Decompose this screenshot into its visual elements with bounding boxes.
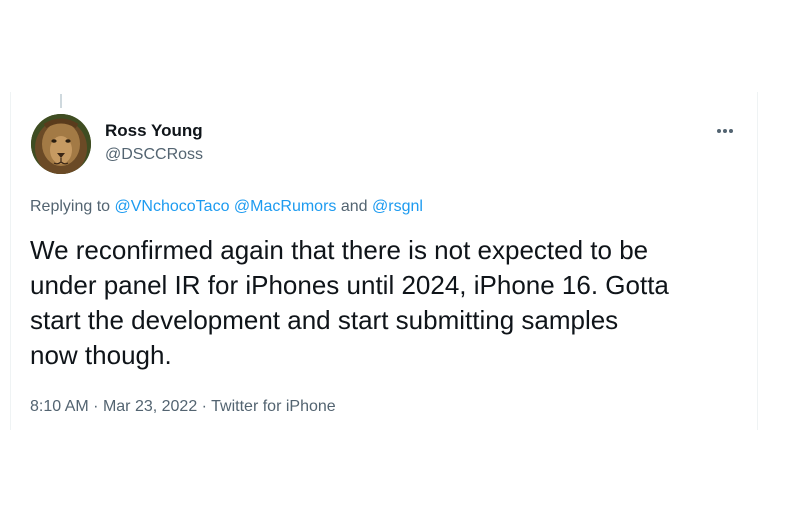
page: Ross Young @DSCCRoss Replying to @VNchoc… [0, 0, 786, 524]
avatar[interactable] [31, 114, 91, 174]
replying-to-conjunction: and [340, 198, 368, 215]
more-options-button[interactable] [710, 120, 740, 142]
mention-link-vnchocotaco[interactable]: @VNchocoTaco [115, 198, 230, 215]
replying-to-line: Replying to @VNchocoTaco @MacRumors and … [30, 198, 423, 216]
tweet-metadata: 8:10 AM · Mar 23, 2022 · Twitter for iPh… [30, 398, 336, 416]
tweet-time-link[interactable]: 8:10 AM [30, 398, 89, 415]
tweet-source-link[interactable]: Twitter for iPhone [211, 398, 336, 415]
tweet-date-link[interactable]: Mar 23, 2022 [103, 398, 197, 415]
thread-connector-line [60, 94, 62, 108]
tweet-text: We reconfirmed again that there is not e… [30, 235, 669, 370]
meta-separator: · [93, 398, 99, 415]
author-display-name[interactable]: Ross Young [105, 121, 203, 141]
mention-link-macrumors[interactable]: @MacRumors [234, 198, 336, 215]
meta-separator: · [201, 398, 207, 415]
lion-avatar-icon [31, 114, 91, 174]
mention-link-rsgnl[interactable]: @rsgnl [372, 198, 423, 215]
replying-to-label: Replying to [30, 198, 111, 215]
more-horizontal-icon [717, 129, 733, 133]
author-handle[interactable]: @DSCCRoss [105, 146, 203, 164]
